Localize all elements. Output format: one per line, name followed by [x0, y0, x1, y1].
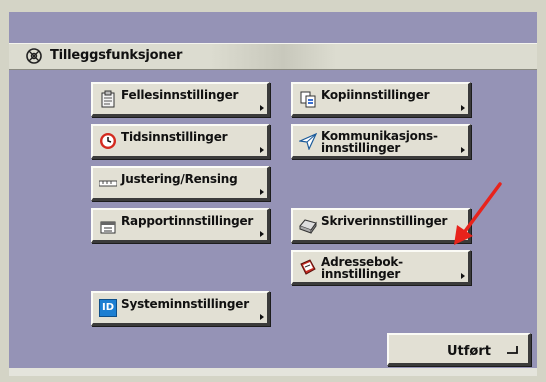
communication-settings-label-2: innstillinger — [321, 141, 401, 155]
submenu-arrow-icon — [461, 105, 465, 111]
submenu-arrow-icon — [260, 189, 264, 195]
red-annotation-arrow — [454, 182, 502, 245]
time-settings-button[interactable]: Tidsinnstillinger — [91, 124, 270, 159]
copy-settings-label: Kopiinnstillinger — [321, 88, 430, 102]
printer-settings-button[interactable]: Skriverinnstillinger — [291, 208, 471, 243]
submenu-arrow-icon — [260, 105, 264, 111]
clipboard-icon — [101, 90, 115, 108]
submenu-arrow-icon — [260, 231, 264, 237]
copy-pages-icon — [300, 91, 316, 108]
ruler-icon — [99, 180, 117, 187]
control-panel-screen: Tilleggsfunksjoner Fellesinnstillinger T… — [9, 12, 537, 368]
report-settings-label: Rapportinnstillinger — [121, 214, 254, 228]
time-settings-label: Tidsinnstillinger — [121, 130, 228, 144]
felles-settings-button[interactable]: Fellesinnstillinger — [91, 82, 270, 117]
submenu-arrow-icon — [461, 147, 465, 153]
done-button[interactable]: Utført — [387, 333, 531, 366]
adjustment-cleaning-label: Justering/Rensing — [121, 172, 238, 186]
system-settings-label: Systeminnstillinger — [121, 297, 249, 311]
submenu-arrow-icon — [260, 147, 264, 153]
paper-plane-icon — [299, 132, 317, 150]
address-book-icon — [300, 259, 316, 275]
felles-settings-label: Fellesinnstillinger — [121, 88, 239, 102]
settings-gears-icon — [26, 48, 42, 64]
copy-settings-button[interactable]: Kopiinnstillinger — [291, 82, 471, 117]
adjustment-cleaning-button[interactable]: Justering/Rensing — [91, 166, 270, 201]
done-button-label: Utført — [447, 344, 491, 359]
page-title: Tilleggsfunksjoner — [50, 48, 183, 63]
system-settings-button[interactable]: ID Systeminnstillinger — [91, 291, 270, 326]
submenu-arrow-icon — [260, 314, 264, 320]
submenu-arrow-icon — [461, 273, 465, 279]
title-bar: Tilleggsfunksjoner — [9, 43, 537, 70]
bottom-strip — [9, 368, 537, 376]
report-settings-button[interactable]: Rapportinnstillinger — [91, 208, 270, 243]
report-icon — [100, 221, 116, 234]
printer-icon — [299, 219, 317, 234]
communication-settings-button[interactable]: Kommunikasjons- innstillinger — [291, 124, 471, 159]
address-book-settings-button[interactable]: Adressebok- innstillinger — [291, 250, 471, 285]
printer-settings-label: Skriverinnstillinger — [321, 214, 448, 228]
enter-return-icon — [507, 346, 518, 354]
clock-icon — [100, 133, 116, 149]
address-book-settings-label-2: innstillinger — [321, 267, 401, 281]
id-badge-icon: ID — [99, 299, 117, 317]
